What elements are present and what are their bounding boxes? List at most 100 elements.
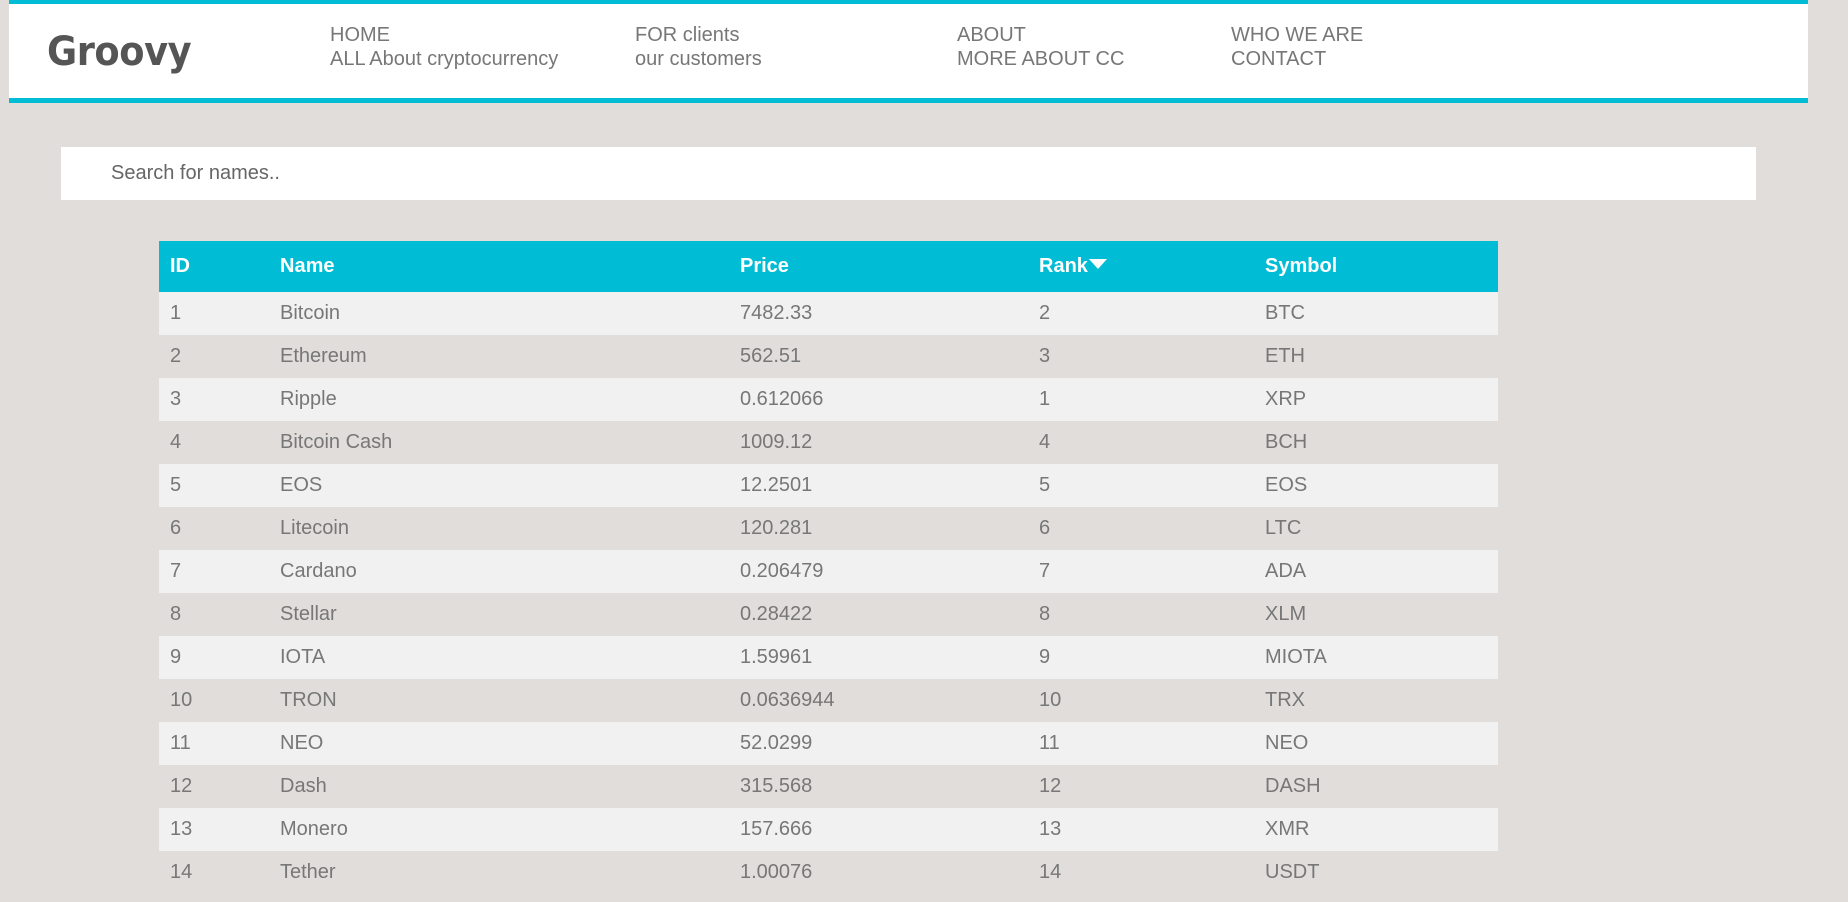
cell-symbol: ETH [1265, 345, 1305, 367]
cell-price: 52.0299 [740, 732, 813, 754]
cell-price: 562.51 [740, 345, 802, 367]
cell-symbol: XMR [1265, 818, 1310, 840]
nav-link-who-we-are[interactable]: WHO WE ARE [1231, 23, 1363, 47]
cell-price: 0.28422 [740, 603, 813, 625]
cell-name: Ethereum [280, 345, 367, 367]
cell-price: 7482.33 [740, 302, 813, 324]
cell-id: 10 [170, 689, 193, 711]
table-header-row: ID Name Price Rank Symbol [159, 241, 1498, 292]
search-input[interactable] [61, 147, 1756, 200]
cell-price: 315.568 [740, 775, 813, 797]
column-header-rank[interactable]: Rank [1028, 241, 1254, 292]
cell-rank: 14 [1039, 861, 1062, 883]
cell-id: 6 [170, 517, 182, 539]
cell-price: 1.59961 [740, 646, 813, 668]
cell-price: 12.2501 [740, 474, 813, 496]
cell-rank: 5 [1039, 474, 1051, 496]
cell-symbol: XLM [1265, 603, 1307, 625]
cell-name: Bitcoin [280, 302, 341, 324]
cell-price: 1.00076 [740, 861, 813, 883]
cell-id: 13 [170, 818, 193, 840]
cell-symbol: TRX [1265, 689, 1305, 711]
cell-name: Cardano [280, 560, 357, 582]
cell-symbol: EOS [1265, 474, 1308, 496]
cell-rank: 13 [1039, 818, 1062, 840]
cell-name: Litecoin [280, 517, 349, 539]
cell-rank: 7 [1039, 560, 1051, 582]
table-row[interactable]: 13 Monero 157.666 13 XMR [159, 808, 1498, 851]
cell-price: 120.281 [740, 517, 813, 539]
nav-link-home[interactable]: HOME [330, 23, 558, 47]
cell-rank: 4 [1039, 431, 1051, 453]
nav-link-contact[interactable]: CONTACT [1231, 47, 1363, 71]
cell-name: Stellar [280, 603, 337, 625]
nav-group-about: ABOUT MORE ABOUT CC [957, 23, 1124, 71]
nav-link-our-customers[interactable]: our customers [635, 47, 762, 71]
cell-symbol: NEO [1265, 732, 1309, 754]
cell-id: 11 [170, 732, 191, 754]
nav-group-clients: FOR clients our customers [635, 23, 762, 71]
cell-rank: 11 [1039, 732, 1060, 754]
cell-id: 2 [170, 345, 182, 367]
table-row[interactable]: 5 EOS 12.2501 5 EOS [159, 464, 1498, 507]
cell-rank: 8 [1039, 603, 1051, 625]
cell-name: NEO [280, 732, 324, 754]
cell-rank: 12 [1039, 775, 1062, 797]
cell-id: 8 [170, 603, 182, 625]
cell-symbol: LTC [1265, 517, 1302, 539]
cell-symbol: XRP [1265, 388, 1307, 410]
cell-rank: 6 [1039, 517, 1051, 539]
nav-link-about[interactable]: ABOUT [957, 23, 1124, 47]
table-row[interactable]: 7 Cardano 0.206479 7 ADA [159, 550, 1498, 593]
cell-symbol: USDT [1265, 861, 1320, 883]
column-header-rank-label: Rank [1039, 255, 1088, 277]
cell-rank: 3 [1039, 345, 1051, 367]
table-row[interactable]: 14 Tether 1.00076 14 USDT [159, 851, 1498, 894]
table-row[interactable]: 9 IOTA 1.59961 9 MIOTA [159, 636, 1498, 679]
cell-name: Ripple [280, 388, 337, 410]
table-row[interactable]: 10 TRON 0.0636944 10 TRX [159, 679, 1498, 722]
search-bar [61, 147, 1756, 200]
cell-symbol: DASH [1265, 775, 1321, 797]
cell-rank: 10 [1039, 689, 1062, 711]
nav-link-for-clients[interactable]: FOR clients [635, 23, 762, 47]
column-header-name[interactable]: Name [269, 241, 729, 292]
table-body: 1 Bitcoin 7482.33 2 BTC 2 Ethereum 562.51 3 ETH 3 R… [159, 292, 1498, 894]
nav-link-about-cryptocurrency[interactable]: ALL About cryptocurrency [330, 47, 558, 71]
cell-rank: 1 [1039, 388, 1051, 410]
sort-descending-icon [1088, 259, 1107, 269]
nav-group-home: HOME ALL About cryptocurrency [330, 23, 558, 71]
table-row[interactable]: 3 Ripple 0.612066 1 XRP [159, 378, 1498, 421]
table-row[interactable]: 8 Stellar 0.28422 8 XLM [159, 593, 1498, 636]
cell-price: 1009.12 [740, 431, 813, 453]
cell-name: Tether [280, 861, 336, 883]
nav-link-more-about-cc[interactable]: MORE ABOUT CC [957, 47, 1124, 71]
table-row[interactable]: 11 NEO 52.0299 11 NEO [159, 722, 1498, 765]
cell-id: 3 [170, 388, 182, 410]
column-header-price[interactable]: Price [729, 241, 1028, 292]
column-header-symbol[interactable]: Symbol [1254, 241, 1498, 292]
table-row[interactable]: 2 Ethereum 562.51 3 ETH [159, 335, 1498, 378]
site-header: Groovy HOME ALL About cryptocurrency FOR… [9, 0, 1808, 103]
cell-id: 5 [170, 474, 182, 496]
cell-rank: 9 [1039, 646, 1051, 668]
table-row[interactable]: 4 Bitcoin Cash 1009.12 4 BCH [159, 421, 1498, 464]
crypto-table: ID Name Price Rank Symbol 1 Bitcoin 7482.3… [159, 241, 1498, 894]
cell-price: 157.666 [740, 818, 813, 840]
table-row[interactable]: 12 Dash 315.568 12 DASH [159, 765, 1498, 808]
cell-price: 0.0636944 [740, 689, 835, 711]
cell-name: EOS [280, 474, 323, 496]
site-logo[interactable]: Groovy [47, 29, 192, 75]
cell-id: 9 [170, 646, 182, 668]
cell-id: 1 [170, 302, 182, 324]
column-header-id[interactable]: ID [159, 241, 269, 292]
table-row[interactable]: 6 Litecoin 120.281 6 LTC [159, 507, 1498, 550]
cell-symbol: BTC [1265, 302, 1305, 324]
cell-name: IOTA [280, 646, 326, 668]
nav-group-who-we-are: WHO WE ARE CONTACT [1231, 23, 1363, 71]
table-row[interactable]: 1 Bitcoin 7482.33 2 BTC [159, 292, 1498, 335]
cell-name: Dash [280, 775, 327, 797]
cell-name: TRON [280, 689, 337, 711]
cell-symbol: MIOTA [1265, 646, 1327, 668]
cell-symbol: ADA [1265, 560, 1307, 582]
